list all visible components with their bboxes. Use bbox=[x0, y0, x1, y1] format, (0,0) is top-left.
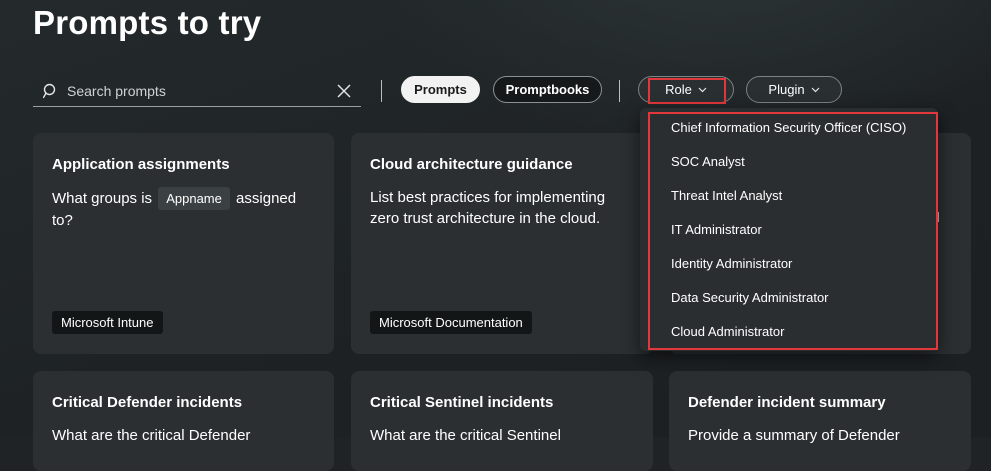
plugin-tag: Microsoft Intune bbox=[52, 311, 163, 334]
card-title: Critical Sentinel incidents bbox=[370, 394, 554, 411]
promptbooks-filter-button[interactable]: Promptbooks bbox=[493, 76, 602, 103]
role-option-threat-intel-analyst[interactable]: Threat Intel Analyst bbox=[671, 188, 782, 203]
promptbooks-filter-label: Promptbooks bbox=[505, 82, 590, 97]
card-title: Cloud architecture guidance bbox=[370, 156, 573, 173]
role-dropdown-button[interactable]: Role bbox=[638, 76, 734, 103]
card-body: Provide a summary of Defender bbox=[688, 427, 900, 444]
card-title: Application assignments bbox=[52, 156, 230, 173]
clear-icon[interactable] bbox=[337, 84, 351, 98]
prompt-card[interactable]: Application assignments What groups is A… bbox=[33, 133, 334, 354]
role-option-ciso[interactable]: Chief Information Security Officer (CISO… bbox=[671, 120, 906, 135]
card-title: Critical Defender incidents bbox=[52, 394, 243, 411]
search-box[interactable] bbox=[33, 76, 361, 107]
chevron-down-icon bbox=[811, 87, 819, 92]
card-body: What are the critical Sentinel bbox=[370, 427, 561, 444]
toolbar-divider bbox=[619, 80, 620, 102]
prompts-filter-button[interactable]: Prompts bbox=[401, 76, 480, 103]
plugin-dropdown-button[interactable]: Plugin bbox=[746, 76, 842, 103]
role-option-identity-administrator[interactable]: Identity Administrator bbox=[671, 256, 792, 271]
role-option-cloud-administrator[interactable]: Cloud Administrator bbox=[671, 324, 784, 339]
prompt-card[interactable]: Critical Sentinel incidents What are the… bbox=[351, 371, 653, 471]
plugin-tag: Microsoft Documentation bbox=[370, 311, 532, 334]
card-title: Defender incident summary bbox=[688, 394, 886, 411]
parameter-chip[interactable]: Appname bbox=[158, 187, 230, 210]
card-body-text: What groups is bbox=[52, 190, 153, 207]
card-body: List best practices for implementing zer… bbox=[370, 189, 606, 227]
toolbar-divider bbox=[381, 80, 382, 102]
prompts-filter-label: Prompts bbox=[414, 82, 467, 97]
prompt-card[interactable]: Critical Defender incidents What are the… bbox=[33, 371, 334, 471]
role-dropdown-menu: Chief Information Security Officer (CISO… bbox=[640, 108, 938, 351]
prompt-card[interactable]: Cloud architecture guidance List best pr… bbox=[351, 133, 653, 354]
role-option-it-administrator[interactable]: IT Administrator bbox=[671, 222, 762, 237]
plugin-dropdown-label: Plugin bbox=[768, 82, 805, 97]
page-title: Prompts to try bbox=[33, 4, 262, 41]
chevron-down-icon bbox=[698, 87, 707, 92]
role-dropdown-label: Role bbox=[665, 82, 692, 97]
prompt-card[interactable]: Defender incident summary Provide a summ… bbox=[669, 371, 971, 471]
search-input[interactable] bbox=[65, 82, 337, 100]
card-body: What groups is Appname assigned to? bbox=[52, 187, 315, 231]
role-option-soc-analyst[interactable]: SOC Analyst bbox=[671, 154, 745, 169]
search-icon bbox=[43, 83, 56, 99]
card-body: What are the critical Defender bbox=[52, 427, 251, 444]
role-option-data-security-administrator[interactable]: Data Security Administrator bbox=[671, 290, 829, 305]
